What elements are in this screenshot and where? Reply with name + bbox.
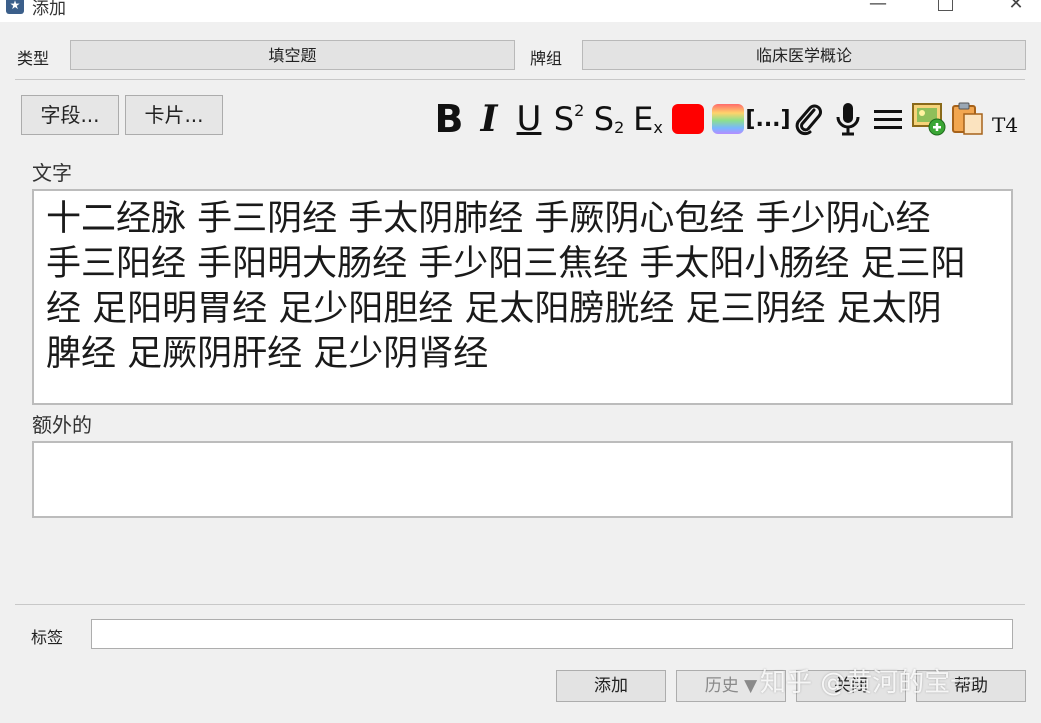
close-icon[interactable]: ✕ <box>1004 0 1028 16</box>
bold-button[interactable]: B <box>432 97 466 141</box>
clear-format-mark: x <box>653 118 663 137</box>
divider-top <box>15 79 1025 80</box>
field-label-text: 文字 <box>32 161 72 185</box>
title-bar: ★ 添加 — ✕ <box>0 0 1041 22</box>
microphone-icon[interactable] <box>832 101 864 137</box>
fields-button[interactable]: 字段... <box>21 95 119 135</box>
text-field-editor[interactable]: 十二经脉 手三阴经 手太阴肺经 手厥阴心包经 手少阴心经 手三阳经 手阳明大肠经… <box>32 189 1013 405</box>
subscript-mark: 2 <box>614 118 625 137</box>
paste-icon[interactable] <box>950 100 986 136</box>
clear-format-letter: E <box>633 100 654 138</box>
window-title: 添加 <box>32 0 66 19</box>
text-field-content: 十二经脉 手三阴经 手太阴肺经 手厥阴心包经 手少阴心经 手三阳经 手阳明大肠经… <box>46 199 966 374</box>
minimize-icon[interactable]: — <box>866 0 890 16</box>
field-label-extra: 额外的 <box>32 413 92 437</box>
cloze-button[interactable]: [...] <box>745 97 790 141</box>
t4-button[interactable]: T4 <box>992 113 1018 137</box>
text-color-icon[interactable] <box>672 104 704 134</box>
deck-selector[interactable]: 临床医学概论 <box>582 40 1026 70</box>
type-label: 类型 <box>17 49 50 68</box>
maximize-icon[interactable] <box>933 0 957 16</box>
deck-label: 牌组 <box>530 49 563 68</box>
clear-format-button[interactable]: Ex <box>630 97 666 141</box>
note-type-selector[interactable]: 填空题 <box>70 40 515 70</box>
divider-bottom <box>15 604 1025 605</box>
history-dropdown[interactable]: 历史 ▼ <box>676 670 786 702</box>
superscript-mark: 2 <box>574 101 585 120</box>
subscript-button[interactable]: S2 <box>590 97 628 141</box>
color-picker-icon[interactable] <box>712 104 744 134</box>
superscript-letter: S <box>553 100 575 138</box>
tags-input[interactable] <box>91 619 1013 649</box>
tags-label: 标签 <box>31 628 64 647</box>
subscript-letter: S <box>593 100 615 138</box>
superscript-button[interactable]: S2 <box>550 97 588 141</box>
italic-button[interactable]: I <box>474 97 504 141</box>
help-button[interactable]: 帮助 <box>916 670 1026 702</box>
attachment-icon[interactable] <box>792 102 824 136</box>
extra-field-editor[interactable] <box>32 441 1013 518</box>
close-button[interactable]: 关闭 <box>796 670 906 702</box>
insert-image-icon[interactable] <box>912 102 946 136</box>
add-button[interactable]: 添加 <box>556 670 666 702</box>
underline-button[interactable]: U <box>512 97 546 141</box>
menu-icon[interactable] <box>872 106 904 134</box>
app-icon: ★ <box>6 0 24 14</box>
cards-button[interactable]: 卡片... <box>125 95 223 135</box>
